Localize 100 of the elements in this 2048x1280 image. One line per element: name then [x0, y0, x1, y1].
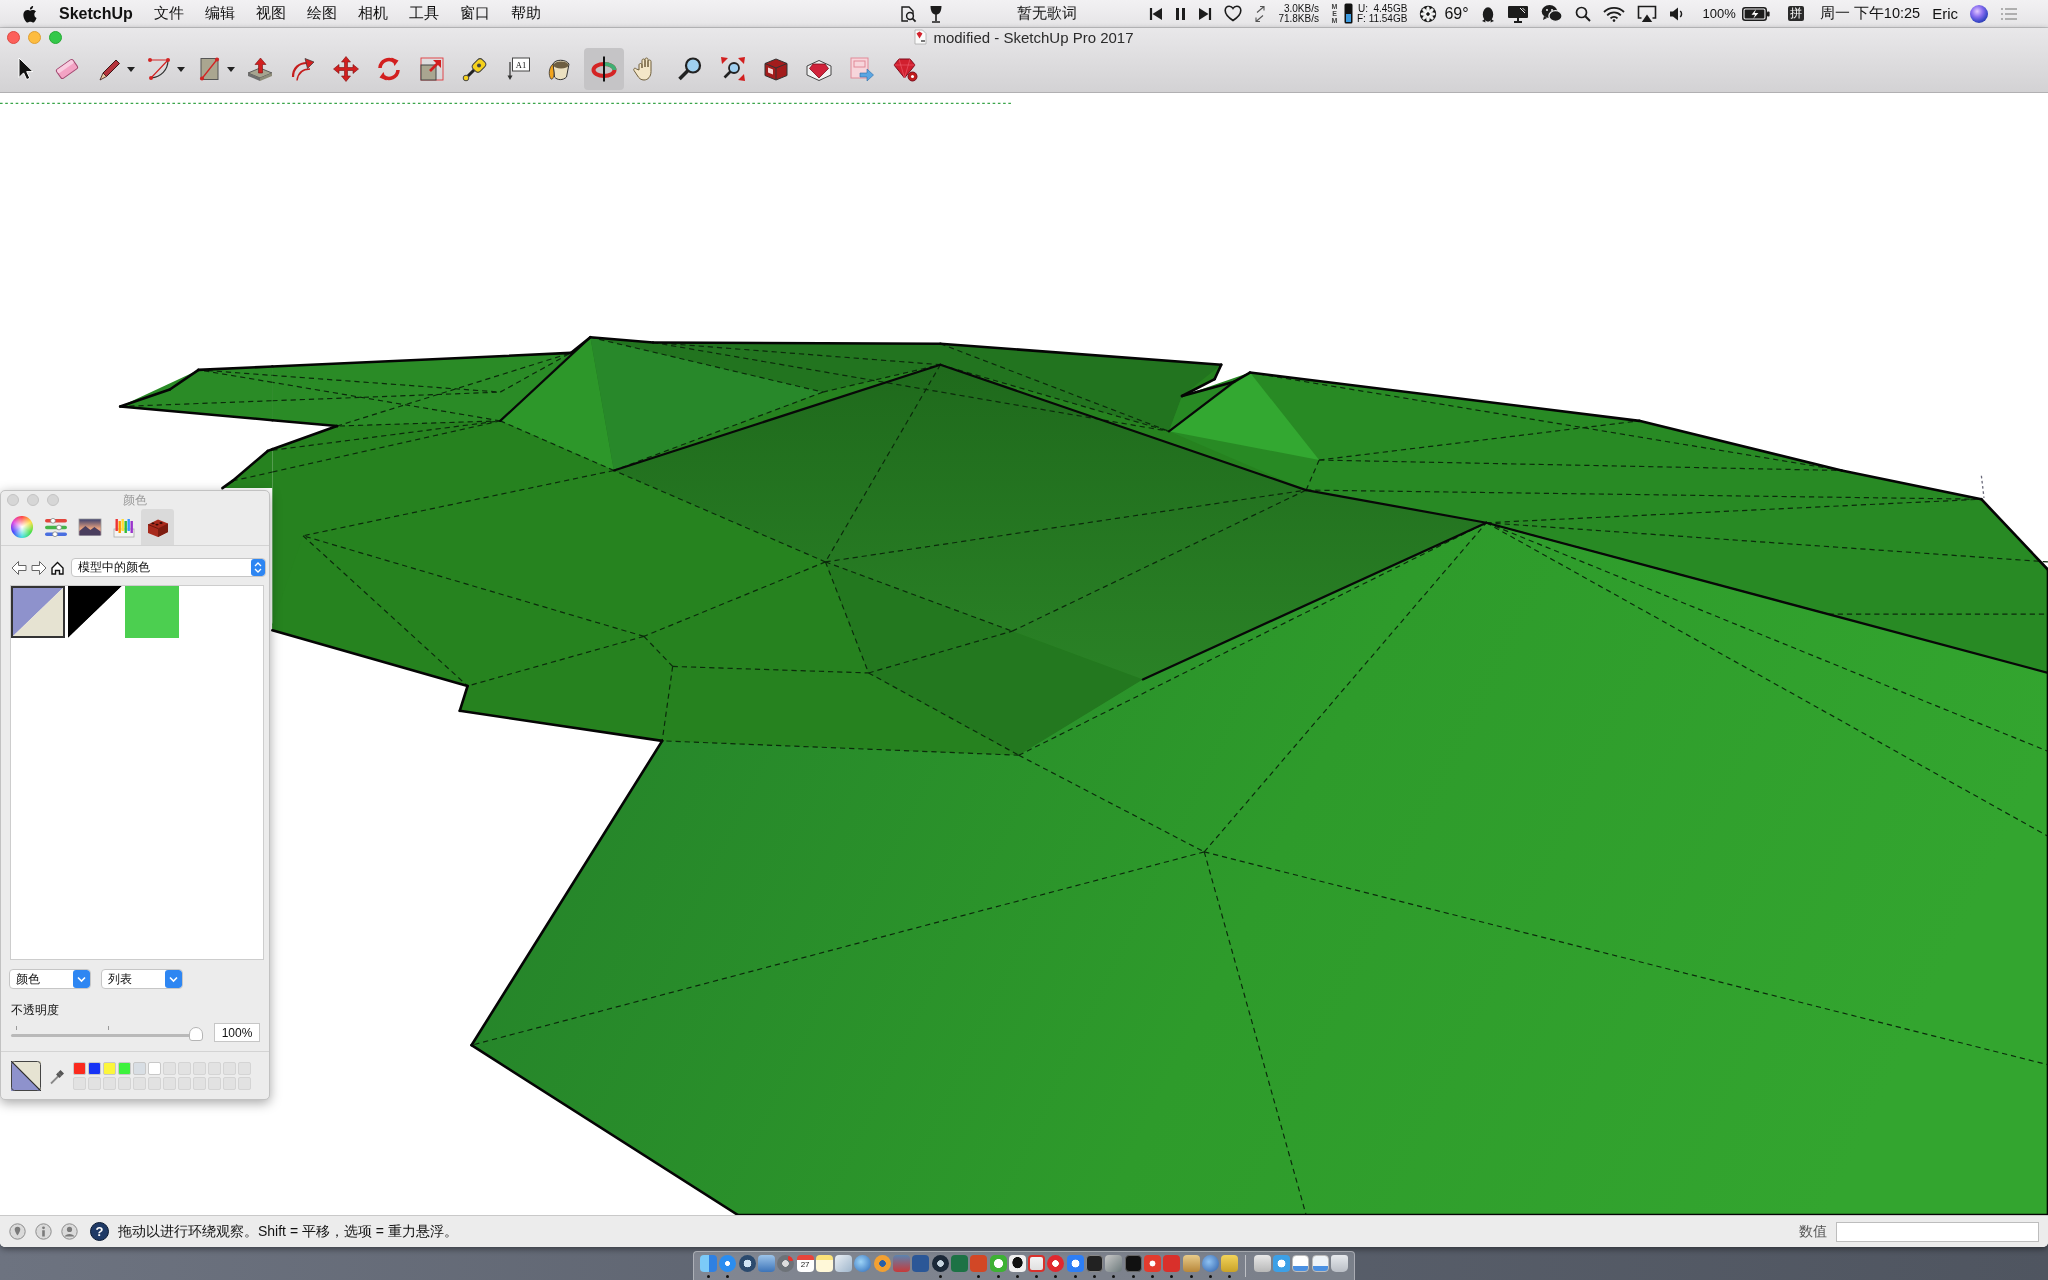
color-swatch-icon[interactable] — [11, 586, 65, 638]
menu-item[interactable]: 绘图 — [306, 4, 337, 23]
menu-item[interactable]: 帮助 — [510, 4, 541, 23]
person-info-icon[interactable] — [35, 1223, 52, 1240]
close-button[interactable] — [7, 30, 20, 44]
transfer-arrows-icon — [1254, 4, 1267, 23]
minimize-button[interactable] — [28, 30, 41, 44]
dock-app-icon[interactable] — [738, 1255, 756, 1272]
siri-orb-icon[interactable] — [1970, 4, 1988, 23]
image-palette-icon — [77, 517, 102, 537]
dock-document-icon[interactable] — [1311, 1255, 1329, 1272]
battery-percent-text: 100% — [1702, 6, 1736, 21]
empty-swatch-icon[interactable] — [178, 1062, 191, 1075]
empty-swatch-icon[interactable] — [193, 1062, 206, 1075]
monitor-icon[interactable] — [1506, 4, 1529, 23]
menu-item[interactable]: 工具 — [408, 4, 439, 23]
empty-swatch-icon[interactable] — [163, 1077, 176, 1090]
opacity-label: 不透明度 — [11, 1002, 60, 1019]
empty-swatch-icon[interactable] — [238, 1062, 251, 1075]
apple-logo-icon[interactable] — [22, 4, 37, 23]
home-icon[interactable] — [51, 560, 64, 575]
layout-mode-dropdown[interactable]: 列表 — [101, 969, 183, 989]
empty-swatch-icon[interactable] — [238, 1077, 251, 1090]
empty-swatch-icon[interactable] — [223, 1077, 236, 1090]
upload-speed-text: 3.0KB/s — [1282, 3, 1319, 14]
dock-app-icon[interactable] — [931, 1255, 949, 1272]
color-sliders-icon — [43, 516, 68, 538]
zoom-extents-icon — [719, 55, 747, 83]
empty-swatch-icon[interactable] — [193, 1077, 206, 1090]
user-name-menu[interactable]: Eric — [1932, 5, 1958, 22]
four-way-arrow-icon — [332, 55, 360, 83]
value-field[interactable] — [1836, 1221, 2039, 1242]
back-arrow-icon[interactable] — [11, 559, 27, 576]
empty-swatch-icon[interactable] — [178, 1077, 191, 1090]
favorite-swatch-icon[interactable] — [118, 1062, 131, 1075]
previous-track-icon[interactable] — [1149, 5, 1164, 22]
current-color-well[interactable] — [11, 1061, 41, 1091]
list-icon[interactable] — [2000, 6, 2018, 21]
favorite-swatch-icon[interactable] — [148, 1062, 161, 1075]
empty-swatch-icon[interactable] — [208, 1062, 221, 1075]
forward-arrow-icon[interactable] — [31, 559, 47, 576]
empty-swatch-icon[interactable] — [73, 1077, 86, 1090]
empty-swatch-icon[interactable] — [148, 1077, 161, 1090]
menu-item[interactable]: 视图 — [255, 4, 286, 23]
color-list-dropdown[interactable]: 模型中的颜色 — [71, 558, 266, 577]
scale-icon — [418, 55, 446, 83]
tape-measure-icon — [461, 55, 489, 83]
battery-icon[interactable] — [1741, 6, 1770, 21]
menu-item[interactable]: 窗口 — [459, 4, 490, 23]
help-button[interactable]: ? — [90, 1222, 109, 1241]
empty-swatch-icon[interactable] — [88, 1077, 101, 1090]
clock-text[interactable]: 周一 下午10:25 — [1819, 4, 1921, 23]
menu-item[interactable]: 文件 — [153, 4, 184, 23]
curved-arrow-icon — [289, 55, 317, 83]
calendar-dock-item[interactable]: 27 — [796, 1255, 814, 1272]
favorite-swatch-icon[interactable] — [133, 1062, 146, 1075]
color-mode-tab[interactable] — [141, 509, 174, 545]
opacity-field[interactable]: 100% — [214, 1023, 260, 1042]
next-track-icon[interactable] — [1198, 5, 1213, 22]
empty-swatch-icon[interactable] — [163, 1062, 176, 1075]
pause-icon[interactable] — [1175, 5, 1187, 22]
eyedropper-icon[interactable] — [49, 1067, 65, 1085]
chevron-down-icon — [165, 970, 182, 988]
wine-glass-icon[interactable] — [929, 4, 944, 23]
empty-swatch-icon[interactable] — [103, 1077, 116, 1090]
user-icon[interactable] — [61, 1223, 78, 1240]
dock-document-icon[interactable] — [1292, 1255, 1310, 1272]
color-swatch-icon[interactable] — [68, 586, 122, 638]
favorite-swatch-icon[interactable] — [103, 1062, 116, 1075]
menu-item[interactable]: 编辑 — [204, 4, 235, 23]
favorite-swatch-icon[interactable] — [73, 1062, 86, 1075]
search-icon[interactable] — [1574, 5, 1591, 22]
zoom-button[interactable] — [49, 30, 62, 44]
penguin-icon[interactable] — [1480, 4, 1495, 23]
empty-swatch-icon[interactable] — [118, 1077, 131, 1090]
chat-bubbles-icon[interactable] — [1540, 4, 1563, 23]
app-menu[interactable]: SketchUp — [59, 4, 133, 23]
menu-item[interactable]: 相机 — [357, 4, 388, 23]
volume-icon[interactable] — [1668, 5, 1685, 22]
wifi-icon[interactable] — [1602, 5, 1625, 22]
slider-thumb[interactable] — [189, 1026, 203, 1041]
trash-icon[interactable] — [1330, 1255, 1348, 1272]
airplay-icon[interactable] — [1636, 4, 1657, 23]
heart-icon[interactable] — [1224, 5, 1243, 22]
window-title: modified - SketchUp Pro 2017 — [933, 28, 1134, 46]
fan-icon[interactable] — [1419, 4, 1438, 23]
dock-app-icon[interactable] — [1008, 1255, 1026, 1272]
location-pin-icon[interactable] — [9, 1223, 26, 1240]
favorite-swatch-icon[interactable] — [88, 1062, 101, 1075]
text-tool-button[interactable]: A1 — [498, 48, 538, 90]
view-mode-dropdown[interactable]: 颜色 — [9, 969, 91, 989]
empty-swatch-icon[interactable] — [223, 1062, 236, 1075]
empty-swatch-icon[interactable] — [208, 1077, 221, 1090]
empty-swatch-icon[interactable] — [133, 1077, 146, 1090]
dock-folder-icon[interactable] — [1253, 1255, 1271, 1272]
color-swatch-icon[interactable] — [125, 586, 179, 638]
input-method-indicator[interactable]: 拼 — [1787, 6, 1804, 21]
document-search-icon[interactable] — [899, 4, 918, 23]
orbit-tool-button[interactable] — [584, 48, 624, 90]
opacity-slider-track[interactable] — [11, 1024, 203, 1041]
